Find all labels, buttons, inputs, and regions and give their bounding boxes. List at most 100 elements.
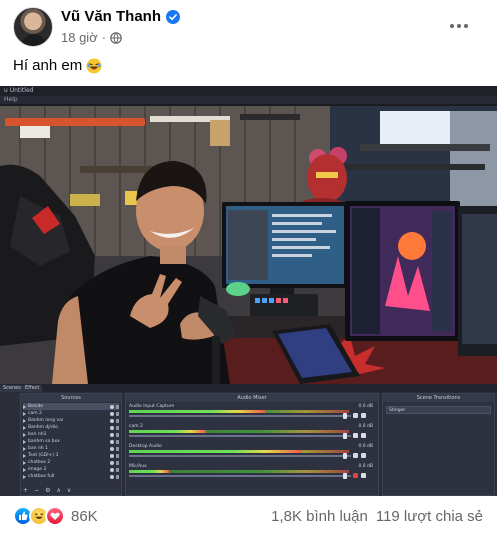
avatar[interactable] [13, 7, 53, 47]
speaker-icon[interactable] [353, 433, 358, 438]
sources-list: Beside cam 2 Banhm long vai Banhm dj/dio… [21, 402, 121, 481]
dock-tabbar: Scenes Effect [0, 384, 497, 392]
visibility-eye-icon[interactable] [110, 460, 114, 465]
love-reaction-icon [45, 506, 65, 526]
obs-window-title: u Untitled [4, 87, 34, 94]
source-item[interactable]: image 2 [23, 466, 119, 473]
visibility-eye-icon[interactable] [110, 418, 114, 423]
volume-fader-track[interactable] [129, 455, 351, 457]
add-source-button[interactable]: + [23, 487, 28, 494]
post-header: Vũ Văn Thanh 18 giờ · [0, 0, 497, 52]
expand-icon[interactable] [23, 418, 26, 423]
speaker-icon[interactable] [353, 413, 358, 418]
visibility-eye-icon[interactable] [110, 467, 114, 472]
lock-icon[interactable] [116, 418, 119, 423]
volume-fader-knob[interactable] [342, 413, 347, 419]
obs-docks: Scenes Effect Sources Beside cam 2 Banhm… [0, 384, 497, 496]
gear-icon[interactable] [361, 433, 366, 438]
visibility-eye-icon[interactable] [110, 446, 114, 451]
lock-icon[interactable] [116, 453, 119, 458]
volume-meter-level [129, 430, 206, 433]
expand-icon[interactable] [23, 460, 26, 465]
mixer-channel: Desktop Audio 0.0 dB [129, 444, 375, 462]
visibility-eye-icon[interactable] [110, 411, 114, 416]
visibility-eye-icon[interactable] [110, 432, 114, 437]
lock-icon[interactable] [116, 446, 119, 451]
lock-icon[interactable] [116, 432, 119, 437]
author-name[interactable]: Vũ Văn Thanh [61, 8, 161, 25]
source-item[interactable]: ban nh1 [23, 431, 119, 438]
expand-icon[interactable] [23, 446, 26, 451]
volume-fader-track[interactable] [129, 435, 351, 437]
lock-icon[interactable] [116, 425, 119, 430]
transition-select[interactable]: Stinger [386, 406, 491, 414]
source-item[interactable]: Banhm long vai [23, 417, 119, 424]
source-label: chatbox full [28, 474, 55, 479]
more-options-button[interactable] [441, 12, 477, 40]
source-item[interactable]: Beside [23, 403, 119, 410]
expand-icon[interactable] [23, 425, 26, 430]
scene-transitions-dock: Scene Transitions Stinger [382, 393, 495, 496]
expand-icon[interactable] [23, 432, 26, 437]
mixer-channel-label: cam 2 [129, 424, 143, 429]
reaction-count[interactable]: 86K [71, 508, 98, 525]
visibility-eye-icon[interactable] [110, 474, 114, 479]
globe-icon [110, 31, 122, 44]
source-label: cam 2 [28, 411, 42, 416]
lock-icon[interactable] [116, 439, 119, 444]
post-time[interactable]: 18 giờ [61, 30, 98, 45]
source-item[interactable]: banhm sa bxx [23, 438, 119, 445]
dot-icon [457, 24, 461, 28]
move-up-chevron-icon[interactable]: ∧ [56, 487, 60, 494]
visibility-eye-icon[interactable] [110, 425, 114, 430]
remove-source-button[interactable]: − [34, 487, 39, 494]
source-item[interactable]: chatbox full [23, 473, 119, 480]
source-item[interactable]: cam 2 [23, 410, 119, 417]
gear-icon[interactable] [361, 473, 366, 478]
move-down-chevron-icon[interactable]: ∨ [67, 487, 71, 494]
source-label: chatbox 2 [28, 460, 51, 465]
source-properties-gear-icon[interactable]: ⚙ [45, 487, 50, 494]
expand-icon[interactable] [23, 411, 26, 416]
gear-icon[interactable] [361, 413, 366, 418]
volume-fader-knob[interactable] [342, 433, 347, 439]
mixer-channel-label: Mic/Aux [129, 464, 147, 469]
source-item[interactable]: Banhm dj/dio [23, 424, 119, 431]
dock-tab-scenes[interactable]: Scenes [0, 385, 24, 392]
source-label: Beside [28, 404, 44, 409]
comments-count-link[interactable]: 1,8K bình luận [271, 508, 368, 525]
visibility-eye-icon[interactable] [110, 453, 114, 458]
source-item[interactable]: Text (GDI+) 3 [23, 452, 119, 459]
reactions-summary[interactable]: 86K [13, 506, 98, 526]
speaker-icon[interactable] [353, 453, 358, 458]
expand-icon[interactable] [23, 474, 26, 479]
stream-preview-photo [0, 106, 497, 384]
expand-icon[interactable] [23, 467, 26, 472]
dock-tab-effect[interactable]: Effect [22, 385, 43, 392]
gear-icon[interactable] [361, 453, 366, 458]
source-item[interactable]: ban nh 1 [23, 445, 119, 452]
expand-icon[interactable] [23, 453, 26, 458]
post-footer: 86K 1,8K bình luận 119 lượt chia sẻ [0, 496, 497, 535]
visibility-eye-icon[interactable] [110, 404, 114, 409]
post-image-obs-screenshot[interactable]: u Untitled Help Scenes Effect Sources Be… [0, 86, 497, 496]
lock-icon[interactable] [116, 460, 119, 465]
volume-fader-knob[interactable] [342, 453, 347, 459]
lock-icon[interactable] [116, 411, 119, 416]
shares-count-link[interactable]: 119 lượt chia sẻ [376, 508, 483, 525]
expand-icon[interactable] [23, 439, 26, 444]
volume-fader-knob[interactable] [342, 473, 347, 479]
mixer-channel-db: 0.0 dB [358, 464, 373, 469]
source-item[interactable]: chatbox 2 [23, 459, 119, 466]
visibility-eye-icon[interactable] [110, 439, 114, 444]
lock-icon[interactable] [116, 474, 119, 479]
muted-speaker-icon[interactable] [353, 473, 358, 478]
volume-fader-track[interactable] [129, 415, 351, 417]
mixer-channel-db: 0.0 dB [358, 424, 373, 429]
lock-icon[interactable] [116, 404, 119, 409]
volume-fader-track[interactable] [129, 475, 351, 477]
lock-icon[interactable] [116, 467, 119, 472]
obs-menubar: Help [0, 96, 497, 104]
volume-meter-level [129, 450, 301, 453]
expand-icon[interactable] [23, 404, 26, 409]
